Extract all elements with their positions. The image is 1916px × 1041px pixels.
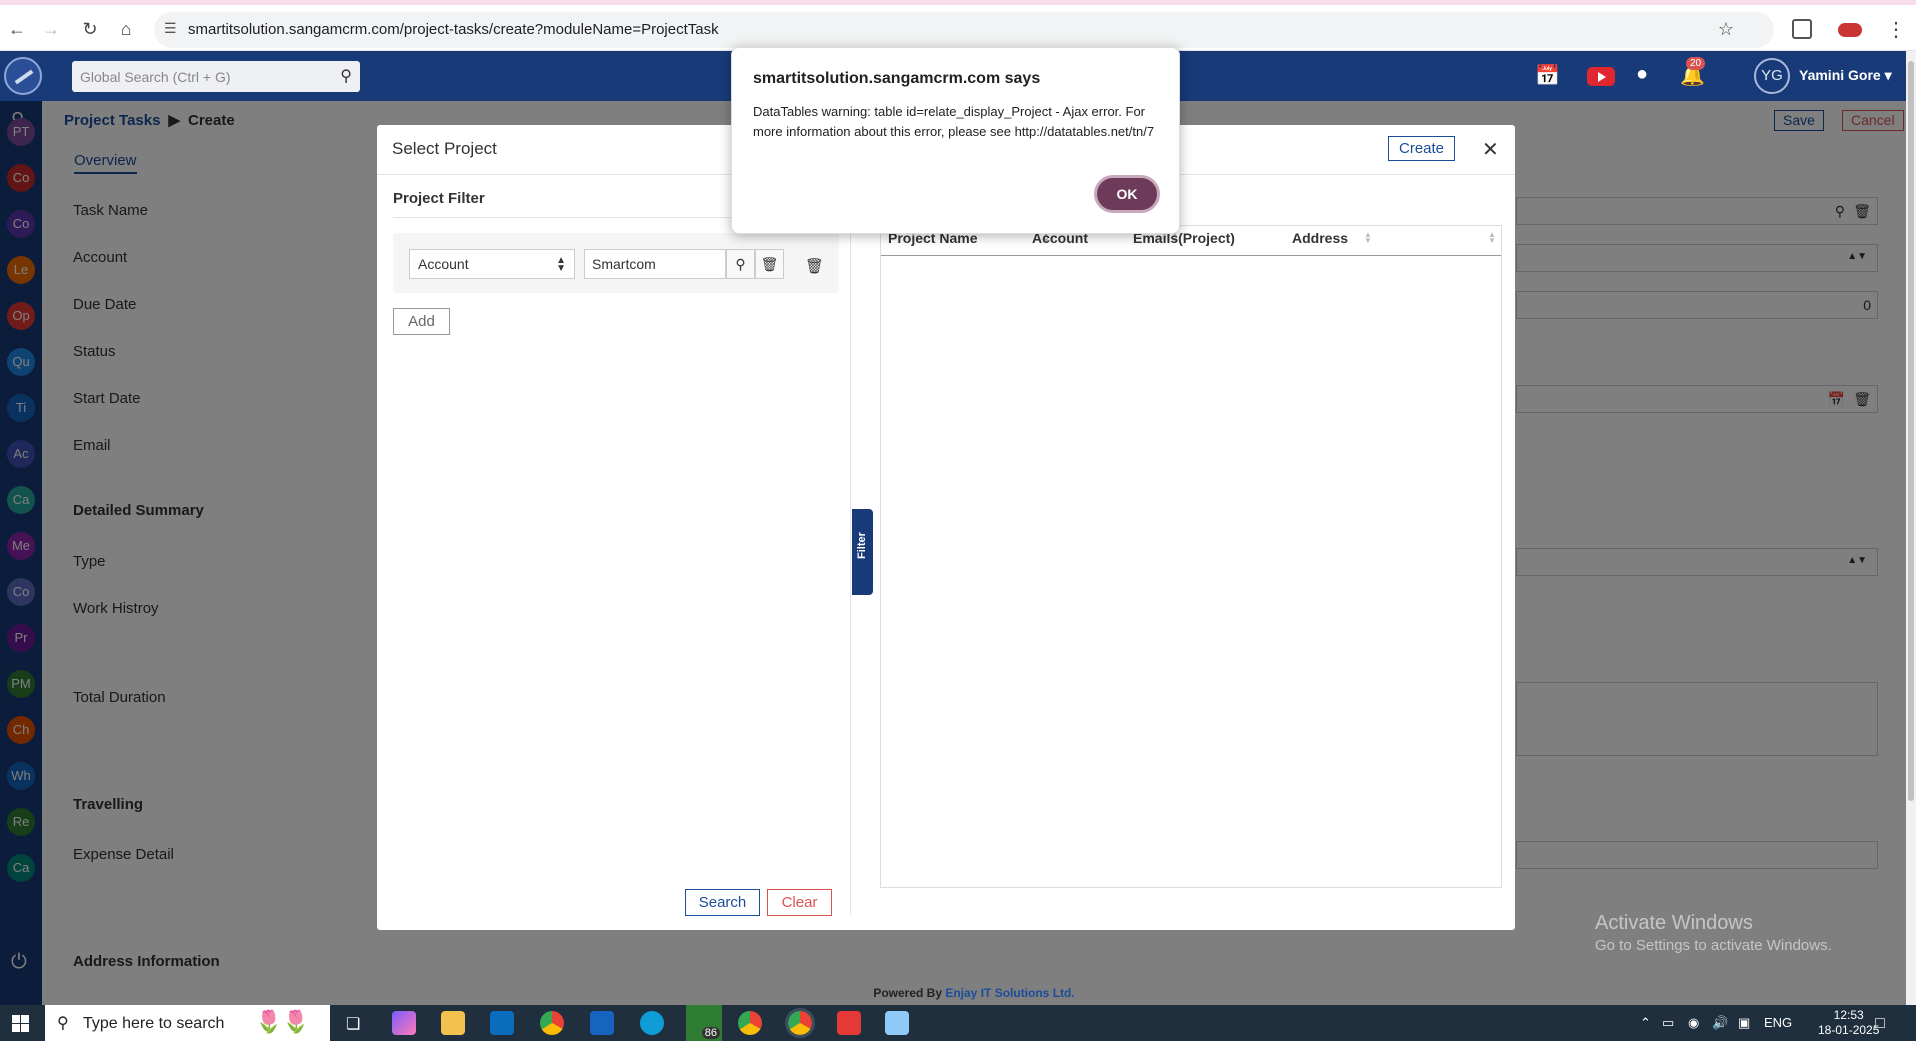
watermark-title: Activate Windows [1595, 912, 1753, 934]
clear-button[interactable]: Clear [767, 889, 832, 916]
watermark-subtitle: Go to Settings to activate Windows. [1595, 937, 1832, 954]
select-caret-icon: ▲▼ [556, 255, 566, 274]
select-project-modal: Select Project Create ✕ Project Filter A… [377, 125, 1515, 930]
url-text[interactable]: smartitsolution.sangamcrm.com/project-ta… [188, 21, 719, 38]
browser-menu-icon[interactable]: ⋮ [1886, 17, 1906, 42]
create-button[interactable]: Create [1388, 136, 1456, 161]
sort-icon[interactable]: ▲ ▼ [1488, 231, 1496, 245]
user-menu[interactable]: Yamini Gore ▾ [1799, 67, 1892, 84]
search-icon: ⚲ [57, 1015, 69, 1032]
global-search-placeholder: Global Search (Ctrl + G) [80, 69, 231, 85]
browser-alert-dialog: smartitsolution.sangamcrm.com says DataT… [731, 47, 1180, 234]
footer-prefix: Powered By [873, 986, 946, 1000]
project-filter-title: Project Filter [393, 190, 485, 207]
windows-taskbar: ⚲ Type here to search 🌷🌷 ❏ 86 ⌃ ▭ ◉ 🔊 ▣ … [0, 1005, 1916, 1041]
filter-toggle-tab[interactable]: Filter [852, 509, 873, 595]
edge-icon[interactable] [640, 1011, 664, 1035]
app-logo[interactable] [4, 57, 42, 95]
file-explorer-icon[interactable] [441, 1011, 465, 1035]
column-header-address[interactable]: Address [1292, 230, 1348, 246]
volume-icon[interactable]: 🔊 [1712, 1015, 1728, 1031]
scrollbar-thumb[interactable] [1908, 61, 1914, 801]
store-icon[interactable] [490, 1011, 514, 1035]
notification-count-badge: 20 [1686, 57, 1706, 70]
forward-icon[interactable]: → [38, 16, 64, 42]
mail-icon[interactable] [590, 1011, 614, 1035]
wifi-icon[interactable]: ◉ [1688, 1015, 1699, 1031]
calendar-search-icon[interactable]: 📅 [1535, 63, 1560, 88]
notepad-icon[interactable] [885, 1011, 909, 1035]
chrome-active-icon[interactable] [785, 1008, 815, 1038]
footer-brand-link[interactable]: Enjay IT Solutions Ltd. [945, 986, 1074, 1000]
reload-icon[interactable]: ↻ [77, 16, 103, 42]
extensions-icon[interactable] [1792, 19, 1812, 39]
filter-row: Account ▲ ▼ Smartcom ⚲ 🗑 🗑 [393, 233, 839, 293]
search-icon[interactable]: ⚲ [726, 249, 755, 279]
anydesk-icon[interactable] [837, 1011, 861, 1035]
activate-windows-watermark: Activate Windows Go to Settings to activ… [1595, 912, 1832, 954]
add-filter-button[interactable]: Add [393, 308, 450, 335]
bookmark-star-icon[interactable]: ☆ [1718, 19, 1734, 40]
search-button[interactable]: Search [685, 889, 760, 916]
filter-divider [393, 217, 757, 218]
youtube-icon[interactable] [1587, 67, 1615, 86]
network-icon[interactable]: ▭ [1662, 1015, 1674, 1031]
language-indicator[interactable]: ENG [1764, 1015, 1792, 1030]
footer: Powered By Enjay IT Solutions Ltd. [42, 982, 1906, 1005]
home-icon[interactable]: ⌂ [113, 16, 139, 42]
table-header-divider [881, 255, 1501, 256]
avatar[interactable]: YG [1754, 58, 1790, 94]
alert-title: smartitsolution.sangamcrm.com says [753, 70, 1041, 87]
filter-field-select[interactable]: Account ▲ ▼ [409, 249, 575, 279]
whatsapp-badge: 86 [701, 1027, 720, 1039]
windows-start-icon[interactable] [12, 1015, 29, 1032]
chevron-up-icon[interactable]: ⌃ [1640, 1015, 1651, 1031]
globe-icon[interactable]: ● [1636, 63, 1648, 86]
address-bar[interactable]: ☰ smartitsolution.sangamcrm.com/project-… [154, 12, 1774, 48]
project-results-table: Project Name ▲ ▼ Account ▲ ▼ Emails(Projec… [880, 225, 1502, 888]
copilot-icon[interactable] [392, 1011, 416, 1035]
global-search-input[interactable]: Global Search (Ctrl + G) ⚲ [72, 61, 360, 92]
site-info-icon[interactable]: ☰ [164, 20, 177, 37]
search-icon[interactable]: ⚲ [340, 66, 352, 86]
system-clock[interactable]: 12:53 18-01-2025 [1818, 1008, 1879, 1038]
notification-center-icon[interactable]: □ [1875, 1015, 1885, 1033]
back-icon[interactable]: ← [4, 16, 30, 42]
clock-date: 18-01-2025 [1818, 1023, 1880, 1037]
tulips-icon: 🌷🌷 [255, 1009, 310, 1034]
alert-message: DataTables warning: table id=relate_disp… [753, 104, 1155, 139]
whatsapp-icon[interactable]: 86 [686, 1005, 722, 1041]
browser-toolbar: ← → ↻ ⌂ ☰ smartitsolution.sangamcrm.com/… [0, 0, 1916, 51]
sort-icon[interactable]: ▲ ▼ [1364, 231, 1372, 245]
profile-icon[interactable] [1838, 23, 1862, 37]
task-view-icon[interactable]: ❏ [346, 1014, 360, 1034]
taskbar-search-box[interactable]: ⚲ Type here to search 🌷🌷 [45, 1005, 330, 1041]
modal-title: Select Project [392, 139, 497, 158]
taskbar-search-placeholder: Type here to search [83, 1015, 225, 1032]
trash-icon[interactable]: 🗑 [755, 249, 784, 279]
filter-value-input[interactable]: Smartcom [584, 249, 726, 279]
chrome-icon[interactable] [540, 1011, 564, 1035]
battery-icon[interactable]: ▣ [1738, 1015, 1750, 1031]
page-scrollbar[interactable] [1906, 51, 1916, 1005]
close-icon[interactable]: ✕ [1482, 137, 1499, 162]
panel-divider [850, 225, 851, 915]
remove-filter-icon[interactable]: 🗑 [805, 257, 824, 275]
filter-tab-label: Filter [856, 532, 868, 559]
chrome-profile-icon[interactable] [738, 1011, 762, 1035]
filter-field-value: Account [418, 256, 469, 272]
clock-time: 12:53 [1833, 1008, 1864, 1022]
ok-button[interactable]: OK [1094, 175, 1160, 213]
